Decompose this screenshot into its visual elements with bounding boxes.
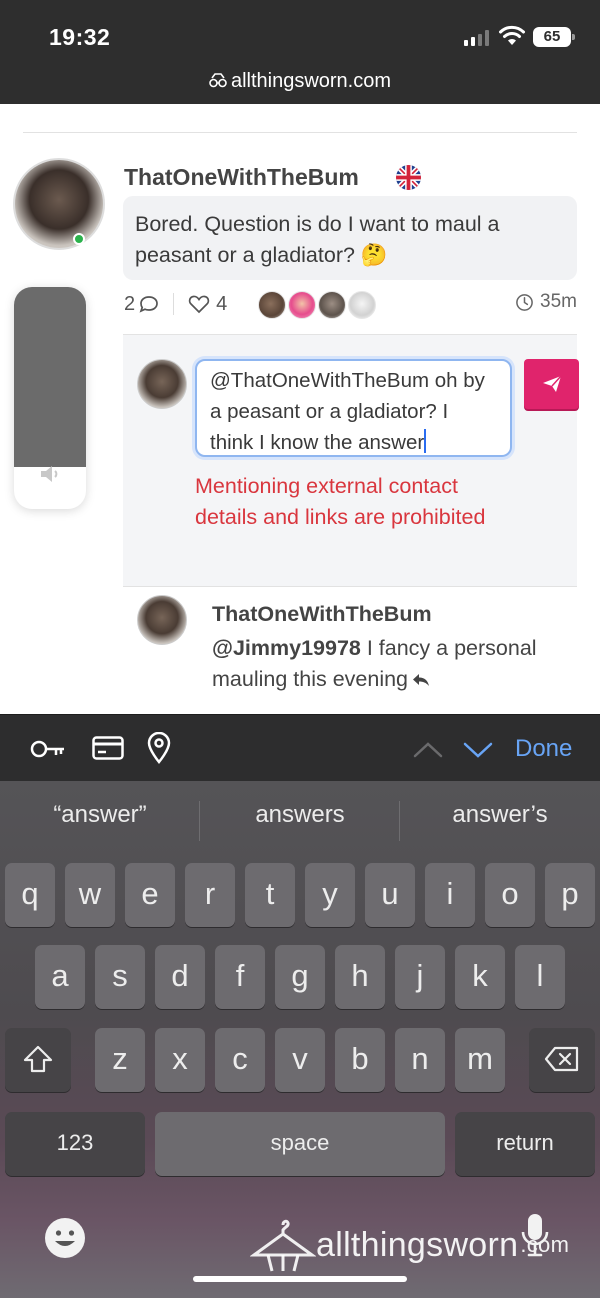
cellular-signal-icon [464,30,489,46]
key-d[interactable]: d [155,945,205,1009]
volume-hud [14,287,86,509]
chevron-up-icon[interactable] [413,742,443,758]
key-z[interactable]: z [95,1028,145,1092]
stats-separator [173,293,175,315]
suggestion-1[interactable]: “answer” [0,801,200,829]
address-bar[interactable]: allthingsworn.com [0,70,600,93]
browser-top-bar: 19:32 65 allthingsworn.com [0,0,600,104]
key-u[interactable]: u [365,863,415,927]
key-w[interactable]: w [65,863,115,927]
return-key[interactable]: return [455,1112,595,1176]
battery-indicator: 65 [533,27,575,47]
likers-avatars[interactable] [258,291,378,319]
suggestion-2[interactable]: answers [200,801,400,829]
key-p[interactable]: p [545,863,595,927]
shift-arrow-icon [23,1045,53,1073]
done-button[interactable]: Done [515,735,572,763]
delete-key[interactable] [529,1028,595,1092]
url-text: allthingsworn.com [230,70,392,92]
uk-flag-icon [396,165,421,190]
credit-card-icon[interactable] [92,736,124,760]
key-j[interactable]: j [395,945,445,1009]
post-stats: 2 4 [124,290,227,318]
online-status-icon [73,233,85,245]
wifi-icon [499,25,525,45]
liker-avatar[interactable] [288,291,316,319]
comment-body: @Jimmy19978 I fancy a personal mauling t… [212,633,572,695]
post-author-name[interactable]: ThatOneWithTheBum [124,164,359,191]
heart-icon[interactable] [188,294,210,314]
chevron-down-icon[interactable] [463,742,493,758]
key-y[interactable]: y [305,863,355,927]
comment-icon[interactable] [139,295,159,313]
hanger-icon [250,1219,316,1272]
backspace-icon [544,1046,579,1072]
keyboard-accessory-bar: Done [0,714,600,781]
key-a[interactable]: a [35,945,85,1009]
status-time: 19:32 [49,24,111,50]
send-reply-button[interactable] [524,359,579,409]
liker-avatar[interactable] [258,291,286,319]
key-k[interactable]: k [455,945,505,1009]
post-author-avatar[interactable] [13,158,105,250]
key-x[interactable]: x [155,1028,205,1092]
emoji-icon[interactable] [44,1217,86,1259]
key-c[interactable]: c [215,1028,265,1092]
screen: 19:32 65 allthingsworn.com ThatOneWithTh… [0,0,600,1298]
key-o[interactable]: o [485,863,535,927]
key-h[interactable]: h [335,945,385,1009]
comment-author-name[interactable]: ThatOneWithTheBum [212,602,432,627]
key-q[interactable]: q [5,863,55,927]
key-f[interactable]: f [215,945,265,1009]
shift-key[interactable] [5,1028,71,1092]
volume-track [14,287,86,467]
time-ago-text: 35m [540,291,577,312]
reply-textarea[interactable]: @ThatOneWithTheBum oh by a peasant or a … [195,359,512,457]
post-text: Bored. Question is do I want to maul a p… [123,196,577,280]
key-m[interactable]: m [455,1028,505,1092]
comment-mention[interactable]: @Jimmy19978 [212,636,361,660]
key-icon[interactable] [30,739,66,759]
key-r[interactable]: r [185,863,235,927]
space-key[interactable]: space [155,1112,445,1176]
suggestion-3[interactable]: answer’s [400,801,600,829]
post-time: 35m [515,291,577,313]
liker-avatar[interactable] [348,291,376,319]
comment-author-avatar[interactable] [137,595,187,645]
site-settings-icon [209,73,227,88]
key-e[interactable]: e [125,863,175,927]
key-b[interactable]: b [335,1028,385,1092]
reply-draft-text: @ThatOneWithTheBum oh by a peasant or a … [210,369,485,454]
text-cursor [424,429,427,453]
key-n[interactable]: n [395,1028,445,1092]
key-g[interactable]: g [275,945,325,1009]
validation-error: Mentioning external contact details and … [195,474,486,529]
key-l[interactable]: l [515,945,565,1009]
numbers-key[interactable]: 123 [5,1112,145,1176]
current-user-avatar [137,359,187,409]
paper-plane-icon [542,375,562,392]
key-v[interactable]: v [275,1028,325,1092]
key-s[interactable]: s [95,945,145,1009]
like-count: 4 [216,292,228,315]
comment-count: 2 [124,292,136,315]
clock-icon [516,293,533,311]
location-pin-icon[interactable] [147,732,171,764]
reply-arrow-icon[interactable] [412,673,430,687]
speaker-icon [41,466,58,482]
liker-avatar[interactable] [318,291,346,319]
divider [123,586,577,587]
key-i[interactable]: i [425,863,475,927]
key-t[interactable]: t [245,863,295,927]
watermark-brand: allthingsworn [316,1225,519,1264]
divider [23,132,577,133]
home-indicator[interactable] [193,1276,407,1282]
microphone-icon[interactable] [521,1212,549,1258]
